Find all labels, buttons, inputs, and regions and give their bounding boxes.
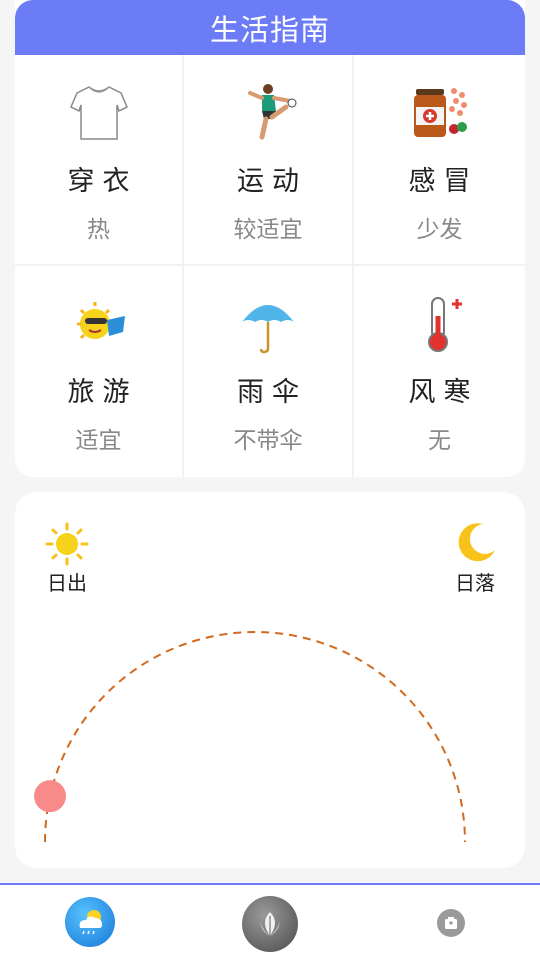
- box-icon[interactable]: [437, 909, 465, 937]
- weather-icon[interactable]: [65, 897, 115, 947]
- page: 生活指南 穿衣 热 运动 较适宜 感冒 少发 旅游 适宜 雨伞 不带伞 风寒 无…: [0, 0, 540, 960]
- guide-item-clothing[interactable]: 穿衣 热: [15, 55, 184, 266]
- guide-item-name: 感冒: [408, 166, 479, 197]
- life-guide-grid: 穿衣 热 运动 较适宜 感冒 少发 旅游 适宜 雨伞 不带伞 风寒 无: [15, 55, 525, 477]
- sun-path-arc: [34, 631, 466, 843]
- sun-position-dot: [34, 780, 67, 813]
- leaf-icon[interactable]: [242, 896, 298, 952]
- life-guide-title: 生活指南: [15, 0, 525, 55]
- thermometer-icon: [408, 292, 472, 356]
- guide-item-travel[interactable]: 旅游 适宜: [15, 266, 184, 477]
- life-guide-card: 生活指南 穿衣 热 运动 较适宜 感冒 少发 旅游 适宜 雨伞 不带伞 风寒 无: [15, 0, 525, 477]
- guide-item-name: 穿衣: [67, 166, 138, 197]
- medicine-icon: [408, 81, 472, 145]
- sun-path-line: [44, 631, 466, 843]
- guide-item-value: 热: [87, 217, 110, 243]
- sunny-travel-icon: [67, 292, 131, 356]
- guide-item-name: 雨伞: [237, 377, 307, 408]
- soccer-player-icon: [236, 81, 300, 145]
- guide-item-sport[interactable]: 运动 较适宜: [184, 55, 354, 266]
- guide-item-value: 无: [428, 428, 451, 454]
- tshirt-icon: [67, 81, 131, 145]
- guide-item-windchill[interactable]: 风寒 无: [354, 266, 525, 477]
- guide-item-value: 适宜: [75, 428, 122, 454]
- sunrise-sunset-card: 日出 日落: [15, 492, 525, 868]
- guide-item-umbrella[interactable]: 雨伞 不带伞: [184, 266, 354, 477]
- bottom-nav: [0, 883, 540, 960]
- guide-item-name: 旅游: [67, 377, 138, 408]
- guide-item-value: 不带伞: [233, 428, 303, 454]
- umbrella-icon: [236, 292, 300, 356]
- guide-item-cold[interactable]: 感冒 少发: [354, 55, 525, 266]
- guide-item-name: 运动: [237, 166, 307, 197]
- guide-item-name: 风寒: [408, 377, 479, 408]
- guide-item-value: 少发: [416, 217, 463, 243]
- guide-item-value: 较适宜: [233, 217, 303, 243]
